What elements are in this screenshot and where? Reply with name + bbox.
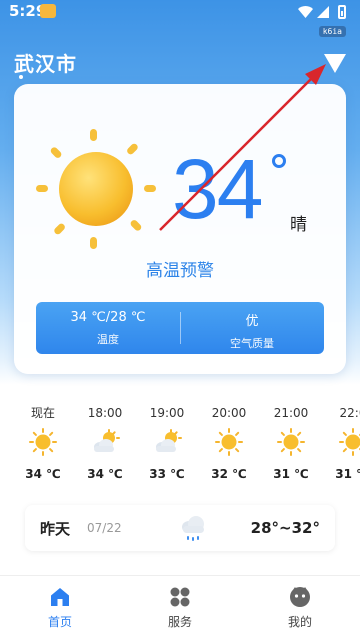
sun-icon (260, 421, 322, 461)
battery-icon (338, 5, 346, 19)
stat-value: 优 (245, 314, 259, 329)
yesterday-row[interactable]: 昨天 07/22 28°~32° (25, 505, 335, 551)
hourly-time: 22:0 (339, 406, 360, 420)
hourly-time: 21:00 (273, 406, 309, 420)
stat-label: 温度 (97, 333, 119, 346)
stat-label: 空气质量 (230, 337, 274, 350)
nav-label: 首页 (47, 615, 72, 629)
wifi-icon (298, 6, 313, 18)
sun-icon (322, 421, 360, 461)
hourly-temp: 31 ℃ (335, 467, 360, 481)
hourly-item: 现在 34 ℃ (12, 405, 74, 481)
hourly-item: 21:00 31 ℃ (260, 405, 322, 481)
status-bar: 5:29 (0, 0, 360, 24)
hourly-time: 18:00 (87, 406, 123, 420)
weather-alert[interactable]: 高温预警 (14, 256, 346, 281)
current-temperature: 34 (172, 142, 263, 236)
rain-cloud-icon (182, 516, 204, 541)
hourly-temp: 34 ℃ (25, 467, 61, 481)
nav-item-services[interactable]: 服务 (120, 576, 240, 639)
sun-icon (12, 421, 74, 461)
yesterday-label: 昨天 (40, 520, 71, 538)
nav-label: 服务 (167, 615, 192, 629)
hourly-time: 19:00 (149, 406, 185, 420)
hourly-forecast[interactable]: 现在 34 ℃ 18:00 34 ℃ 19:00 33 ℃ 20:00 32 ℃ 21:00 31… (0, 405, 360, 497)
dropdown-triangle-icon[interactable] (324, 54, 346, 73)
profile-icon (240, 576, 360, 612)
yesterday-temp-range: 28°~32° (250, 519, 320, 537)
page-indicator-dot (19, 75, 23, 79)
stat-value: 34 ℃/28 ℃ (70, 310, 146, 325)
hourly-temp: 34 ℃ (87, 467, 123, 481)
nav-item-profile[interactable]: 我的 (240, 576, 360, 639)
current-weather-card: 34 晴 高温预警 34 ℃/28 ℃ 温度 优 空气质量 (14, 84, 346, 374)
hourly-temp: 32 ℃ (211, 467, 247, 481)
weather-condition: 晴 (290, 215, 307, 235)
grid-icon (120, 576, 240, 612)
stat-temperature: 34 ℃/28 ℃ 温度 (36, 302, 180, 354)
hourly-time: 20:00 (211, 406, 247, 420)
home-icon (0, 576, 120, 612)
hourly-item: 19:00 33 ℃ (136, 405, 198, 481)
nav-item-home[interactable]: 首页 (0, 576, 120, 639)
nav-label: 我的 (287, 615, 312, 629)
city-name[interactable]: 武汉市 (14, 48, 77, 77)
hourly-item: 18:00 34 ℃ (74, 405, 136, 481)
hourly-item: 20:00 32 ℃ (198, 405, 260, 481)
hourly-temp: 33 ℃ (149, 467, 185, 481)
hourly-item: 22:0 31 ℃ (322, 405, 360, 481)
signal-icon (317, 6, 329, 18)
partly-cloudy-icon (74, 421, 136, 461)
yesterday-date: 07/22 (87, 521, 122, 535)
hourly-temp: 31 ℃ (273, 467, 309, 481)
degree-symbol (272, 154, 286, 168)
bottom-navigation: 首页 服务 我的 (0, 575, 360, 639)
overlay-badge: k6ia (318, 26, 346, 37)
sun-icon (198, 421, 260, 461)
stat-air-quality: 优 空气质量 (180, 302, 324, 354)
partly-cloudy-icon (136, 421, 198, 461)
sun-illustration-icon (36, 129, 156, 249)
stats-panel: 34 ℃/28 ℃ 温度 优 空气质量 (36, 302, 324, 354)
hourly-time: 现在 (30, 406, 55, 420)
app-notification-icon (40, 4, 56, 18)
